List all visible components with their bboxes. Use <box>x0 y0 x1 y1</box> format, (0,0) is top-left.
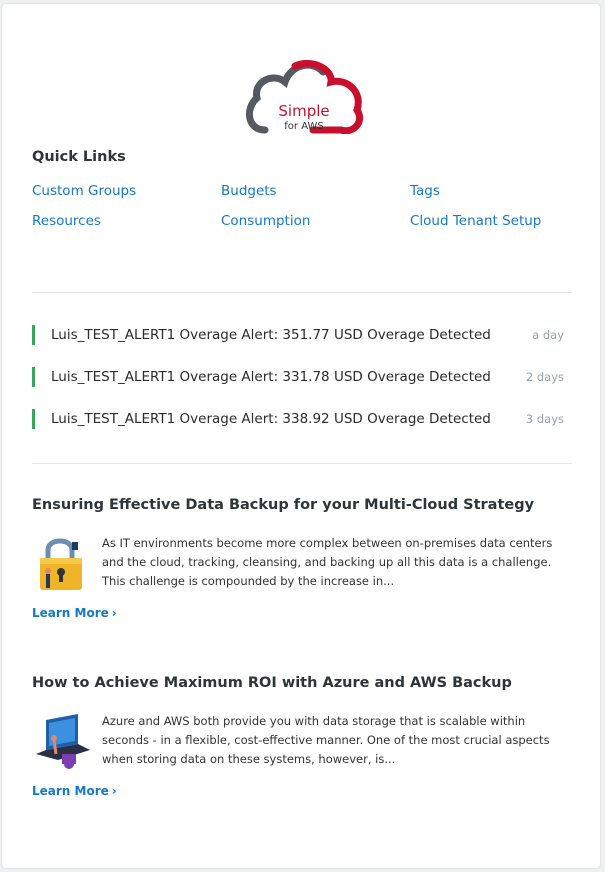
alert-timestamp: 3 days <box>525 412 564 426</box>
alert-message: Luis_TEST_ALERT1 Overage Alert: 331.78 U… <box>51 369 491 385</box>
link-consumption[interactable]: Consumption <box>221 213 310 229</box>
article-excerpt: As IT environments become more complex b… <box>102 536 553 588</box>
link-tags[interactable]: Tags <box>410 183 440 199</box>
learn-more-label: Learn More <box>32 784 109 798</box>
alert-status-bar <box>32 325 35 345</box>
alert-status-bar <box>32 409 35 429</box>
link-custom-groups[interactable]: Custom Groups <box>32 183 136 199</box>
logo-sub-text: for AWS <box>284 121 324 132</box>
alert-message: Luis_TEST_ALERT1 Overage Alert: 351.77 U… <box>51 327 491 343</box>
divider <box>32 463 572 464</box>
alert-timestamp: 2 days <box>525 370 564 384</box>
alert-timestamp: a day <box>532 328 564 342</box>
learn-more-link[interactable]: Learn More › <box>32 784 117 798</box>
article-title[interactable]: How to Achieve Maximum ROI with Azure an… <box>32 675 512 691</box>
laptop-illustration-icon <box>32 710 94 772</box>
learn-more-label: Learn More <box>32 606 109 620</box>
dashboard-card: Simple for AWS Quick Links Custom Groups… <box>2 4 600 868</box>
learn-more-link[interactable]: Learn More › <box>32 606 117 620</box>
article-title[interactable]: Ensuring Effective Data Backup for your … <box>32 497 534 513</box>
link-resources[interactable]: Resources <box>32 213 101 229</box>
chevron-right-icon: › <box>111 784 117 798</box>
logo-brand-text: Simple <box>278 102 330 120</box>
simple-for-aws-logo: Simple for AWS <box>243 58 365 135</box>
alert-status-bar <box>32 367 35 387</box>
article-excerpt: Azure and AWS both provide you with data… <box>102 714 550 766</box>
link-cloud-tenant-setup[interactable]: Cloud Tenant Setup <box>410 213 541 229</box>
alert-item[interactable]: Luis_TEST_ALERT1 Overage Alert: 338.92 U… <box>32 409 564 429</box>
padlock-illustration-icon <box>32 532 94 594</box>
quick-links-title: Quick Links <box>32 149 126 165</box>
chevron-right-icon: › <box>111 606 117 620</box>
alert-item[interactable]: Luis_TEST_ALERT1 Overage Alert: 331.78 U… <box>32 367 564 387</box>
divider <box>32 292 572 293</box>
link-budgets[interactable]: Budgets <box>221 183 277 199</box>
alert-item[interactable]: Luis_TEST_ALERT1 Overage Alert: 351.77 U… <box>32 325 564 345</box>
alert-message: Luis_TEST_ALERT1 Overage Alert: 338.92 U… <box>51 411 491 427</box>
